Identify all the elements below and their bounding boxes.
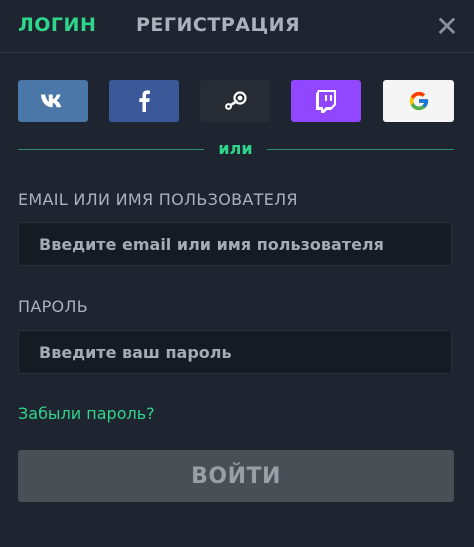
vk-icon (40, 93, 66, 109)
divider-right (267, 149, 454, 150)
vk-login-button[interactable] (18, 80, 88, 122)
login-modal: ЛОГИН РЕГИСТРАЦИЯ ✕ или EMAIL ИЛИ ИМЯ ПО… (0, 0, 474, 547)
facebook-icon (138, 90, 150, 112)
divider-or-text: или (218, 139, 253, 158)
email-label: EMAIL ИЛИ ИМЯ ПОЛЬЗОВАТЕЛЯ (18, 190, 298, 209)
twitch-login-button[interactable] (291, 80, 361, 122)
twitch-icon (315, 89, 337, 113)
tab-login[interactable]: ЛОГИН (18, 14, 96, 36)
divider-left (18, 149, 204, 150)
facebook-login-button[interactable] (109, 80, 179, 122)
steam-icon (222, 90, 248, 112)
password-label: ПАРОЛЬ (18, 297, 89, 316)
tab-bar: ЛОГИН РЕГИСТРАЦИЯ ✕ (0, 0, 474, 53)
email-field[interactable] (18, 222, 452, 266)
password-field[interactable] (18, 330, 452, 374)
steam-login-button[interactable] (200, 80, 270, 122)
google-login-button[interactable] (383, 80, 454, 122)
login-submit-button[interactable]: ВОЙТИ (18, 450, 454, 502)
tab-register[interactable]: РЕГИСТРАЦИЯ (136, 14, 300, 36)
close-icon[interactable]: ✕ (432, 12, 462, 42)
forgot-password-link[interactable]: Забыли пароль? (18, 404, 155, 423)
google-icon (408, 90, 430, 112)
